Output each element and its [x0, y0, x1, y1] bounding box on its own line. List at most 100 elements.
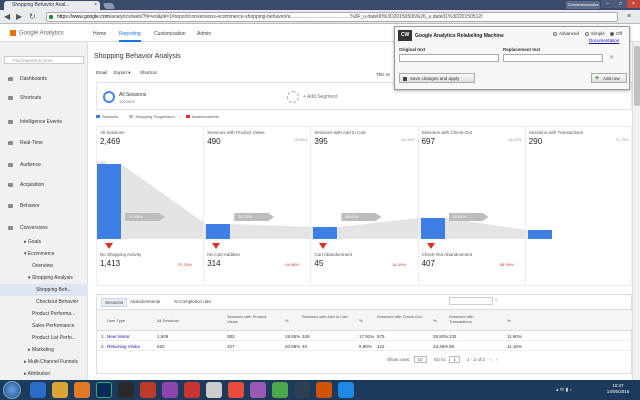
radio-simple[interactable]: Simple: [585, 31, 605, 36]
relabel-popup: CW Google Analytics Relabeling Machine A…: [394, 26, 630, 90]
shortcut-button[interactable]: Shortcut: [140, 70, 157, 75]
minimize-icon[interactable]: –: [601, 0, 614, 8]
maximize-icon[interactable]: □: [614, 0, 627, 8]
forward-icon[interactable]: ▶: [16, 12, 22, 22]
sidebar-search-input[interactable]: Find reports & more: [4, 56, 84, 64]
table-cell: 1,949: [157, 334, 169, 339]
powerpoint-icon[interactable]: [184, 382, 200, 398]
sidebar-item-product-list[interactable]: Product List Perfo...: [0, 332, 88, 344]
delete-row-icon[interactable]: ✕: [609, 54, 614, 61]
page-scrollbar[interactable]: [632, 42, 640, 380]
sidebar-item-intelligence[interactable]: Intelligence Events: [0, 116, 88, 128]
radio-advanced[interactable]: Advanced: [553, 31, 579, 36]
tab-customization[interactable]: Customization: [154, 31, 186, 37]
export-button[interactable]: Export ▾: [114, 70, 131, 76]
original-text-input[interactable]: [399, 54, 499, 62]
th-add-to-cart[interactable]: Sessions with Add to Cart: [302, 314, 350, 319]
app-orange-icon[interactable]: [228, 382, 244, 398]
th-transactions[interactable]: Sessions with Transactions: [449, 314, 497, 324]
window-close-icon[interactable]: ×: [627, 0, 640, 8]
add-segment-circle-icon[interactable]: [287, 91, 299, 103]
abandon-pct: 64.08%: [285, 262, 299, 267]
chrome-icon[interactable]: [272, 382, 288, 398]
cw-logo: CW: [398, 30, 412, 41]
clock[interactable]: 10:47 14/05/2015: [598, 383, 638, 395]
sidebar-item-dashboards[interactable]: Dashboards: [0, 73, 88, 85]
add-segment-button[interactable]: + Add Segment: [303, 94, 337, 100]
prev-page-icon[interactable]: ‹: [490, 357, 492, 362]
goto-input[interactable]: 1: [449, 356, 460, 363]
table-row[interactable]: 2. Returning Visitor 520 107 20.58% 46 8.85% 12…: [97, 342, 633, 351]
scrollbar-thumb[interactable]: [634, 46, 640, 106]
sidebar-item-label: Real-Time: [20, 140, 43, 146]
segment-label: All Sessions: [119, 92, 147, 98]
back-icon[interactable]: ◀: [4, 12, 10, 22]
start-button[interactable]: [3, 381, 21, 399]
table-cell[interactable]: New Visitor: [107, 332, 130, 341]
email-button[interactable]: Email: [96, 70, 107, 75]
sidebar-item-audience[interactable]: Audience: [0, 159, 88, 171]
tab-admin[interactable]: Admin: [197, 31, 211, 37]
search-icon[interactable]: ⌕: [495, 297, 498, 303]
app-purple-icon[interactable]: [162, 382, 178, 398]
close-tab-icon[interactable]: ×: [94, 1, 97, 10]
subtab-sessions[interactable]: Sessions: [101, 298, 128, 307]
explorer-icon[interactable]: [52, 382, 68, 398]
app-red-icon[interactable]: [140, 382, 156, 398]
segment-all-sessions[interactable]: All Sessions 100.00%: [103, 87, 279, 107]
table-row[interactable]: 1. New Visitor 1,949 383 19.65% 349 17.91% 575 2…: [97, 332, 633, 341]
add-row-button[interactable]: + Add row: [591, 73, 627, 83]
sidebar-item-shopping-analysis[interactable]: ▾ Shopping Analysis: [0, 272, 88, 284]
ie-icon[interactable]: [30, 382, 46, 398]
browser-tab[interactable]: Shopping Behavior Anal... ×: [4, 1, 100, 10]
save-apply-button[interactable]: Save changes and apply: [399, 73, 475, 83]
th-all-sessions[interactable]: All Sessions: [157, 318, 179, 323]
sidebar-item-ecommerce[interactable]: ▾ Ecommerce: [0, 248, 88, 260]
next-page-icon[interactable]: ›: [496, 357, 498, 362]
radio-off[interactable]: Off: [610, 31, 622, 36]
tab-home[interactable]: Home: [93, 31, 106, 37]
app-orange2-icon[interactable]: [316, 382, 332, 398]
app-grey-icon[interactable]: [206, 382, 222, 398]
new-tab-button[interactable]: [102, 3, 116, 9]
sidebar-item-shopping-behavior[interactable]: Shopping Beh...: [0, 284, 88, 296]
sidebar-item-marketing[interactable]: ▸ Marketing: [0, 344, 88, 356]
app-blue-icon[interactable]: [338, 382, 354, 398]
sidebar-item-label: Behavior: [20, 203, 40, 209]
sidebar-item-behavior[interactable]: Behavior: [0, 200, 88, 212]
sidebar-item-shortcuts[interactable]: Shortcuts: [0, 92, 88, 104]
th-product-views[interactable]: Sessions with Product Views: [227, 314, 275, 324]
documentation-link[interactable]: Documentation: [589, 38, 619, 43]
subtab-completion[interactable]: % Completion rate: [171, 298, 214, 305]
photoshop-icon[interactable]: [96, 382, 112, 398]
tab-reporting[interactable]: Reporting: [119, 31, 141, 42]
sidebar-item-conversions[interactable]: Conversions: [0, 222, 88, 234]
show-rows-select[interactable]: 10: [413, 356, 427, 363]
abandon-value: 314: [207, 259, 221, 268]
sidebar-item-sales-performance[interactable]: Sales Performance: [0, 320, 88, 332]
replacement-text-input[interactable]: [503, 54, 603, 62]
sidebar-item-goals[interactable]: ▸ Goals: [0, 236, 88, 248]
table-cell[interactable]: Returning Visitor: [107, 342, 140, 351]
menu-icon[interactable]: ≡: [627, 13, 631, 20]
ga-logo[interactable]: Google Analytics: [10, 30, 64, 37]
sidebar-item-attribution[interactable]: ▸ Attribution: [0, 368, 88, 380]
table-search-input[interactable]: [449, 297, 493, 305]
sidebar-item-acquisition[interactable]: Acquisition: [0, 179, 88, 191]
app-dark-icon[interactable]: [294, 382, 310, 398]
terminal-icon[interactable]: [118, 382, 134, 398]
subtab-abandonments[interactable]: Abandonments: [127, 298, 163, 305]
th-checkout[interactable]: Sessions with Check-Out: [377, 314, 425, 319]
sidebar-item-mcf[interactable]: ▸ Multi-Channel Funnels: [0, 356, 88, 368]
app-violet-icon[interactable]: [250, 382, 266, 398]
sidebar-item-realtime[interactable]: Real-Time: [0, 137, 88, 149]
sidebar-item-product-performance[interactable]: Product Performa...: [0, 308, 88, 320]
system-tray[interactable]: ▴ ✉ ▮ ♪: [556, 387, 572, 393]
address-bar[interactable]: https://www.google.com/analytics/web/?hl…: [46, 12, 618, 22]
sidebar-item-checkout-behavior[interactable]: Checkout Behavior: [0, 296, 88, 308]
reload-icon[interactable]: ↻: [29, 12, 36, 22]
profile-button[interactable]: Conversionworks: [566, 1, 600, 9]
sidebar-item-overview[interactable]: Overview: [0, 260, 88, 272]
th-user-type[interactable]: User Type: [107, 318, 125, 323]
media-player-icon[interactable]: [74, 382, 90, 398]
